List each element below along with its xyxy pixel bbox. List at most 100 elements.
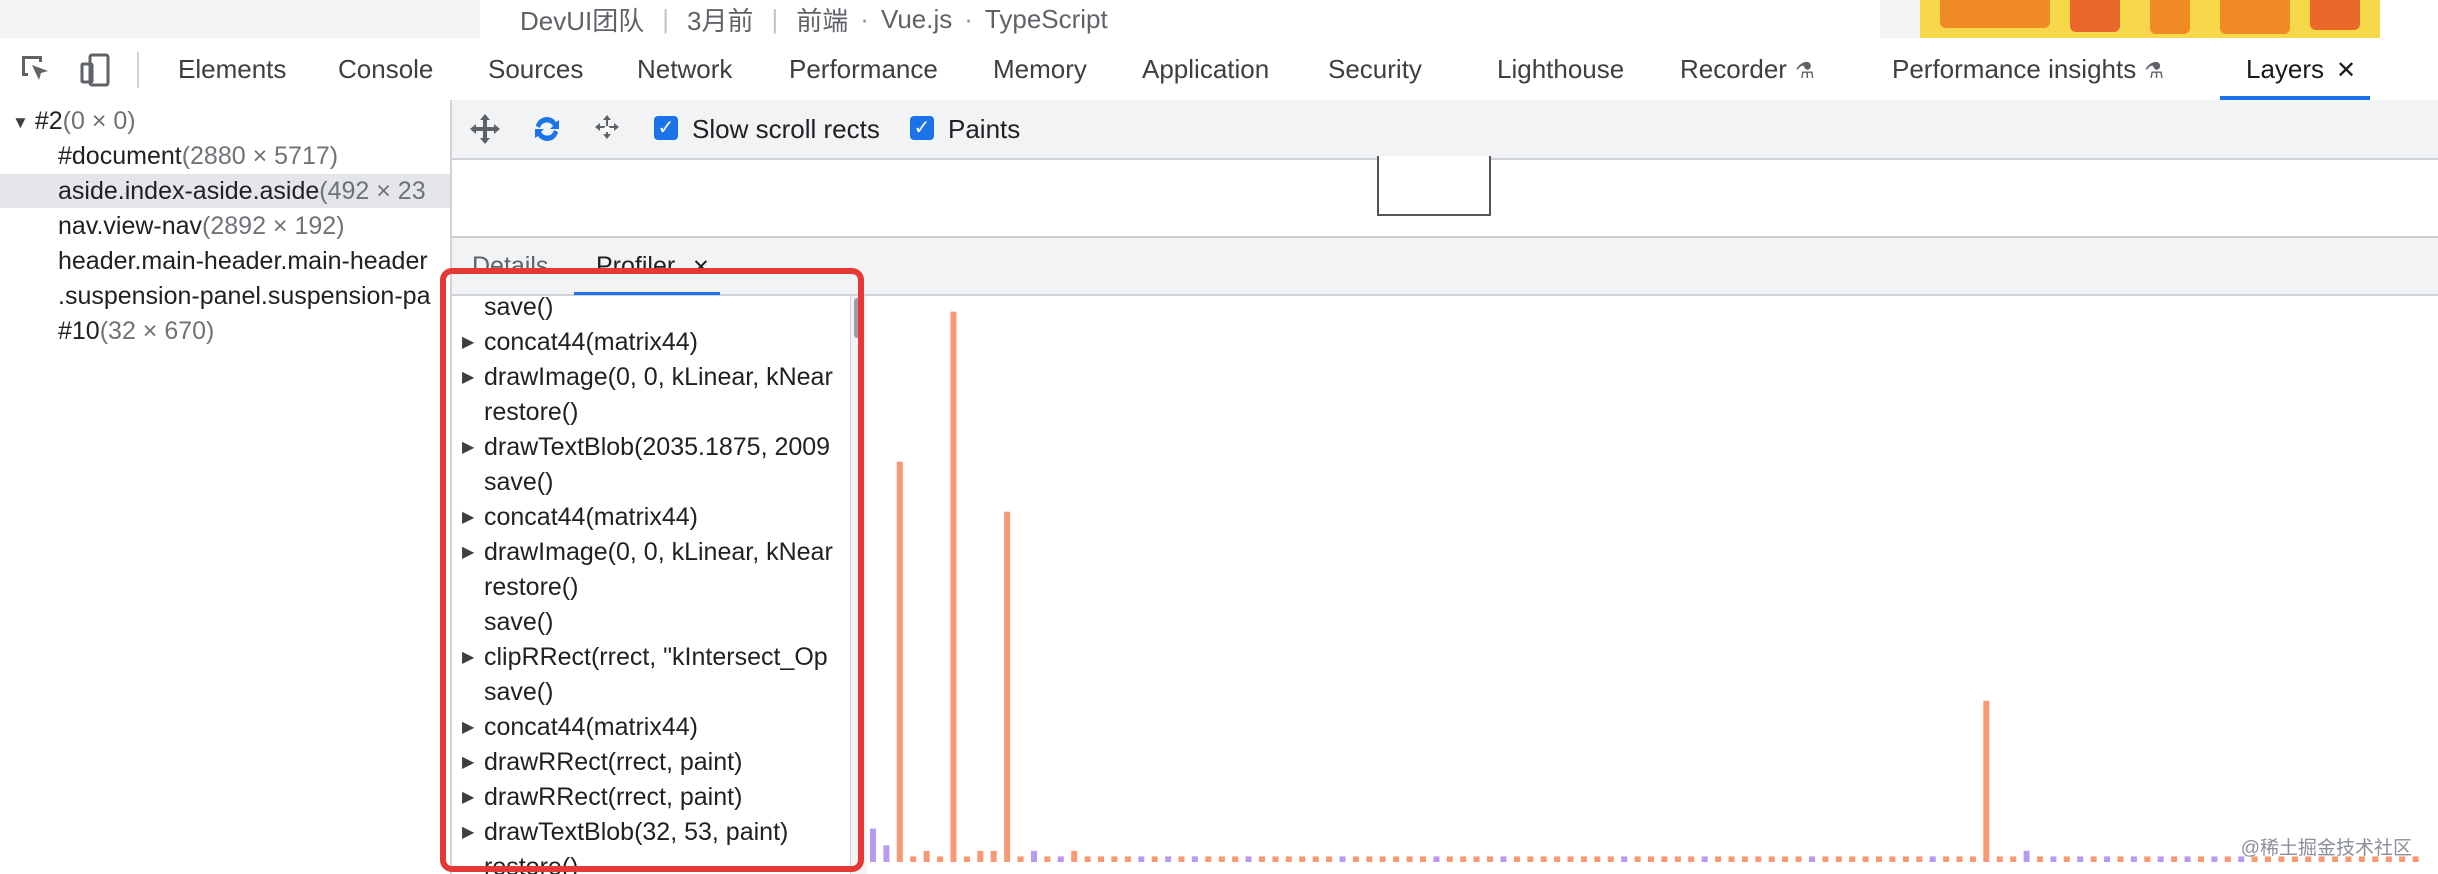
profile-bar[interactable] [1393,856,1400,862]
profile-bar[interactable] [1728,856,1735,862]
profile-bar[interactable] [1648,856,1654,862]
command-row[interactable]: ▶ concat44(matrix44) [452,710,848,745]
rotate-mode-icon[interactable] [530,112,564,146]
profile-bar[interactable] [1205,856,1212,862]
profile-bar[interactable] [2063,856,2070,862]
profile-bar[interactable] [896,461,903,862]
profile-bar[interactable] [1191,856,1198,862]
profile-bar[interactable] [923,850,930,862]
scrollbar-thumb[interactable] [854,298,864,338]
expand-triangle-icon[interactable]: ▶ [462,640,474,675]
profile-bar[interactable] [1996,856,2003,862]
profile-bar[interactable] [1500,856,1507,862]
profile-bar[interactable] [1889,856,1896,862]
profile-bar[interactable] [1943,856,1950,862]
profile-bar[interactable] [1540,856,1547,862]
command-row[interactable]: ▶ drawTextBlob(2035.1875, 2009 [452,430,848,465]
profile-bar[interactable] [1554,856,1561,862]
profile-bar[interactable] [2157,856,2164,862]
tab-lighthouse[interactable]: Lighthouse [1497,38,1624,100]
tab-details[interactable]: Details [472,252,548,281]
command-row[interactable]: ▶ concat44(matrix44) [452,325,848,360]
paints-checkbox[interactable]: ✓ [910,116,934,140]
expand-triangle-icon[interactable]: ▶ [462,780,474,815]
profile-bar[interactable] [2144,856,2151,862]
profile-bar[interactable] [1312,856,1319,862]
profile-bar[interactable] [1862,856,1869,862]
profile-bar[interactable] [1084,856,1091,862]
layer-tree[interactable]: ▼ #2(0 × 0) #document(2880 × 5717) aside.… [0,100,452,874]
profile-bar[interactable] [2090,856,2097,862]
profile-bar[interactable] [1795,856,1802,862]
profile-bar[interactable] [1929,856,1936,862]
profile-bar[interactable] [1460,856,1467,862]
tab-memory[interactable]: Memory [993,38,1087,100]
profile-bar[interactable] [2104,856,2111,862]
profile-bar[interactable] [1111,856,1118,862]
profile-bar[interactable] [1272,856,1279,862]
tab-elements[interactable]: Elements [178,38,286,100]
device-toggle-icon[interactable] [78,52,114,88]
profile-bar[interactable] [1218,856,1225,862]
profile-bar[interactable] [2023,850,2030,862]
profile-bar[interactable] [1259,856,1265,862]
profile-bar[interactable] [1165,856,1172,862]
profile-bar[interactable] [1580,856,1587,862]
tree-row[interactable]: .suspension-panel.suspension-pa [0,279,450,313]
profile-bar[interactable] [870,828,876,862]
profile-bar[interactable] [1768,856,1775,862]
profile-bar[interactable] [1902,856,1909,862]
tab-security[interactable]: Security [1328,38,1422,100]
profile-bar[interactable] [2130,856,2137,862]
tab-performance[interactable]: Performance [789,38,938,100]
profile-bar[interactable] [1822,856,1829,862]
profile-bar[interactable] [2224,856,2231,862]
profile-bar[interactable] [2117,856,2124,862]
command-row[interactable]: ▶ drawImage(0, 0, kLinear, kNear [452,535,848,570]
tab-layers[interactable]: Layers ✕ [2246,38,2356,100]
slow-scroll-checkbox[interactable]: ✓ [654,116,678,140]
profile-bar[interactable] [1969,856,1976,862]
profile-bar[interactable] [1178,856,1185,862]
profile-bar[interactable] [2171,856,2178,862]
profile-bar[interactable] [1299,856,1306,862]
expand-triangle-icon[interactable]: ▼ [12,106,29,140]
paints-label[interactable]: Paints [948,112,1020,146]
category-tag[interactable]: 前端 [796,1,848,38]
close-icon[interactable]: ✕ [2336,57,2356,84]
expand-triangle-icon[interactable]: ▶ [462,745,474,780]
tree-row[interactable]: header.main-header.main-header [0,244,450,278]
profile-bar[interactable] [977,850,984,862]
layer-outline[interactable] [1377,156,1491,216]
reset-transform-icon[interactable] [590,112,624,146]
profile-bar[interactable] [1607,856,1614,862]
expand-triangle-icon[interactable]: ▶ [462,535,474,570]
profile-bar[interactable] [1339,856,1346,862]
profile-bar[interactable] [2198,856,2204,862]
command-row[interactable]: save() [452,296,848,325]
profile-bar[interactable] [950,311,957,863]
profile-bar[interactable] [2050,856,2057,862]
profile-bar[interactable] [1446,856,1453,862]
profile-bar[interactable] [1326,856,1333,862]
expand-triangle-icon[interactable]: ▶ [462,815,474,850]
profile-bar[interactable] [2077,856,2084,862]
profile-bar[interactable] [1433,856,1440,862]
profile-bar[interactable] [1782,856,1789,862]
profile-bar[interactable] [1674,856,1681,862]
profile-bar[interactable] [1594,856,1601,862]
paint-command-list[interactable]: save() ▶ concat44(matrix44) ▶ drawImage(0, 0… [452,296,848,874]
command-row[interactable]: ▶ clipRRect(rrect, "kIntersect_Op [452,640,848,675]
profile-bar[interactable] [2037,856,2043,862]
profile-bar[interactable] [1004,511,1011,862]
profile-bar[interactable] [1151,856,1158,862]
profile-bar[interactable] [2211,856,2218,862]
command-row[interactable]: ▶ concat44(matrix44) [452,500,848,535]
profile-bar[interactable] [1124,856,1131,862]
tab-application[interactable]: Application [1142,38,1269,100]
profile-bar[interactable] [1741,856,1748,862]
expand-triangle-icon[interactable]: ▶ [462,325,474,360]
profile-bar[interactable] [1406,856,1413,862]
profile-bar[interactable] [1071,850,1078,862]
command-row[interactable]: save() [452,465,848,500]
